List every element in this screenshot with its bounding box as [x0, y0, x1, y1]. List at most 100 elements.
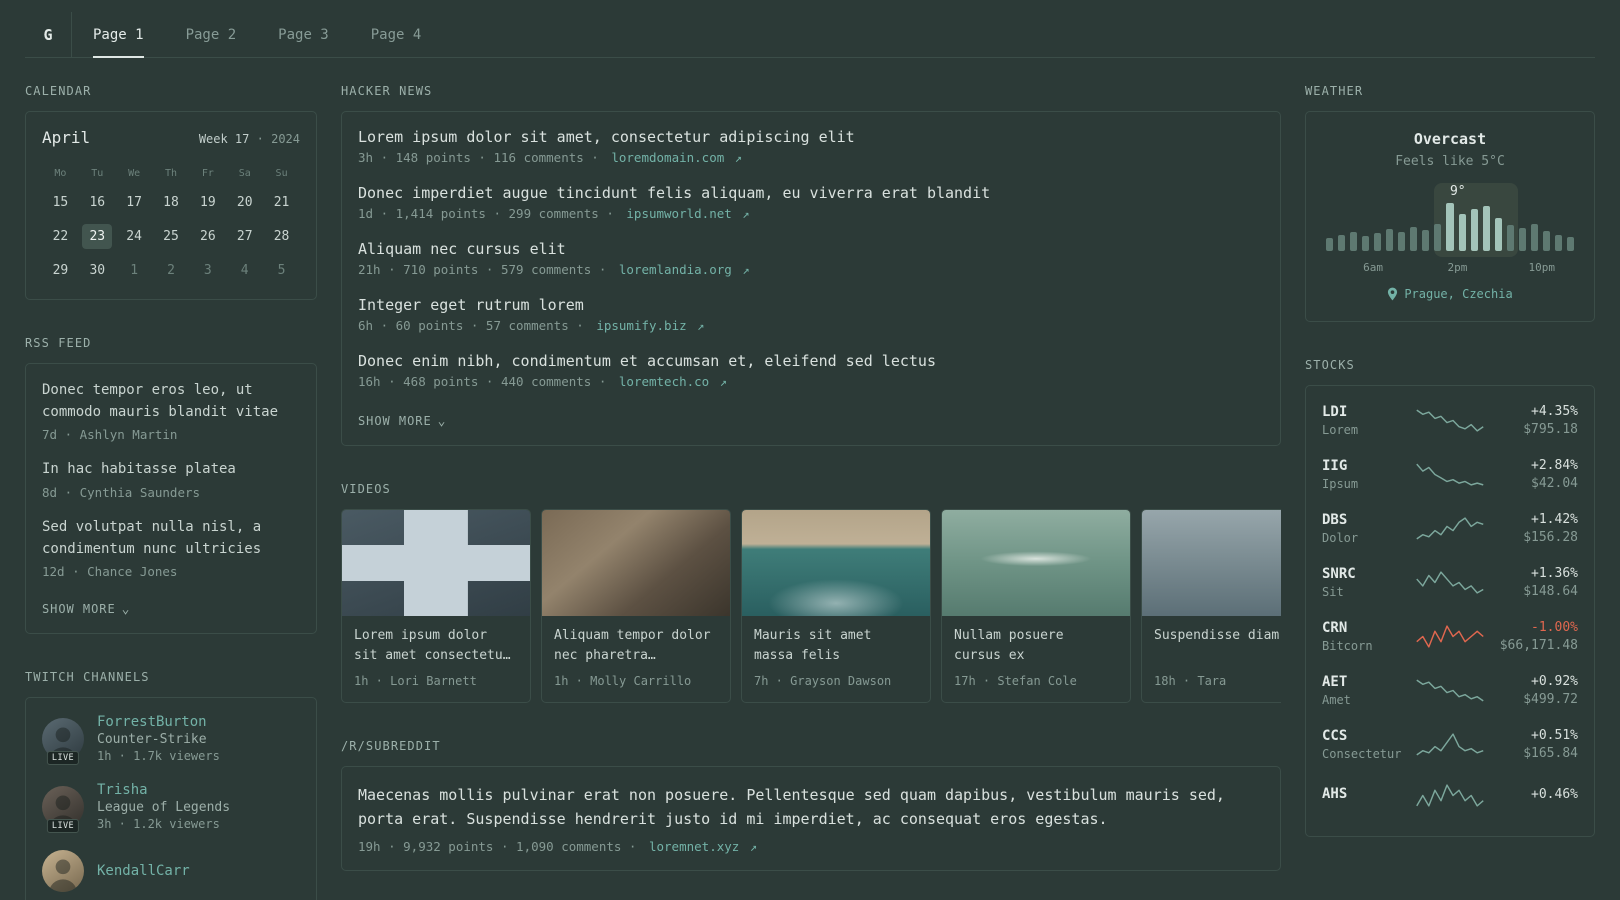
stock-row[interactable]: CCS Consectetur +0.51% $165.84: [1322, 728, 1578, 761]
hacker-news-show-more-button[interactable]: SHOW MORE ⌄: [358, 414, 446, 428]
hacker-news-item-title[interactable]: Lorem ipsum dolor sit amet, consectetur …: [358, 128, 1264, 146]
calendar-day-number: 1: [130, 263, 139, 278]
page-tab[interactable]: Page 2: [165, 12, 258, 57]
app-logo: G: [25, 12, 72, 57]
video-thumbnail[interactable]: [1142, 510, 1281, 616]
twitch-channel-name[interactable]: ForrestBurton: [97, 714, 220, 730]
stock-row[interactable]: AHS +0.46%: [1322, 782, 1578, 809]
video-card[interactable]: Suspendisse diam 18h · Tara: [1141, 509, 1281, 703]
calendar-day: 27: [226, 224, 263, 249]
calendar-year: 2024: [271, 132, 300, 146]
stock-row[interactable]: AET Amet +0.92% $499.72: [1322, 674, 1578, 707]
external-link-icon: ↗: [749, 840, 758, 854]
hacker-news-item-title[interactable]: Donec enim nibh, condimentum et accumsan…: [358, 352, 1264, 370]
hacker-news-item-title[interactable]: Integer eget rutrum lorem: [358, 296, 1264, 314]
stock-sparkline: [1416, 625, 1484, 648]
stock-change: +2.84%: [1531, 458, 1578, 473]
hacker-news-item-domain[interactable]: loremlandia.org: [619, 262, 732, 277]
calendar-day: 23: [79, 224, 116, 249]
calendar-panel: April Week 17 · 2024 Mo Tu We Th Fr Sa S…: [25, 111, 317, 300]
twitch-channel-info: KendallCarr: [97, 863, 190, 879]
rss-item: Donec tempor eros leo, ut commodo mauris…: [42, 380, 300, 442]
stock-ticker: SNRC: [1322, 566, 1356, 582]
calendar-day: 21: [263, 190, 300, 215]
stock-values: +2.84% $42.04: [1490, 458, 1578, 491]
video-card-body: Mauris sit amet massa felis 7h · Grayson…: [742, 616, 930, 702]
video-card[interactable]: Aliquam tempor dolor nec pharetra… 1h · …: [541, 509, 731, 703]
video-thumbnail[interactable]: [542, 510, 730, 616]
location-pin-icon: [1387, 287, 1398, 301]
twitch-avatar-wrap: LIVE: [42, 717, 84, 765]
subreddit-post-meta: 19h · 9,932 points · 1,090 comments · lo…: [358, 839, 1264, 854]
video-thumbnail[interactable]: [742, 510, 930, 616]
calendar-day: 22: [42, 224, 79, 249]
hacker-news-item-title[interactable]: Aliquam nec cursus elit: [358, 240, 1264, 258]
subreddit-post: Maecenas mollis pulvinar erat non posuer…: [358, 783, 1264, 854]
stock-row[interactable]: IIG Ipsum +2.84% $42.04: [1322, 458, 1578, 491]
hacker-news-list: Lorem ipsum dolor sit amet, consectetur …: [358, 128, 1264, 389]
stock-name: Sit: [1322, 585, 1344, 599]
weather-location[interactable]: Prague, Czechia: [1387, 287, 1513, 301]
hacker-news-item-domain[interactable]: loremtech.co: [619, 374, 709, 389]
stock-ticker: CRN: [1322, 620, 1348, 636]
show-more-label: SHOW MORE: [42, 602, 116, 617]
video-card[interactable]: Nullam posuere cursus ex 17h · Stefan Co…: [941, 509, 1131, 703]
video-title[interactable]: Nullam posuere cursus ex: [954, 626, 1118, 667]
calendar-day-number: 15: [52, 195, 69, 210]
stock-id: DBS Dolor: [1322, 512, 1410, 545]
chevron-down-icon: ⌄: [437, 413, 447, 429]
video-title[interactable]: Aliquam tempor dolor nec pharetra…: [554, 626, 718, 667]
hacker-news-item-meta: 21h · 710 points · 579 comments · loreml…: [358, 262, 1264, 277]
rss-item-title[interactable]: Donec tempor eros leo, ut commodo mauris…: [42, 380, 300, 423]
hacker-news-item: Lorem ipsum dolor sit amet, consectetur …: [358, 128, 1264, 165]
stock-change: +0.46%: [1531, 786, 1578, 802]
video-title[interactable]: Lorem ipsum dolor sit amet consectetu…: [354, 626, 518, 667]
stock-row[interactable]: LDI Lorem +4.35% $795.18: [1322, 404, 1578, 437]
page-tab[interactable]: Page 3: [257, 12, 350, 57]
stock-name: Bitcorn: [1322, 639, 1373, 653]
twitch-channel-name[interactable]: Trisha: [97, 782, 230, 798]
stock-name: Ipsum: [1322, 477, 1359, 491]
calendar-day: 17: [116, 190, 153, 215]
stock-row[interactable]: DBS Dolor +1.42% $156.28: [1322, 512, 1578, 545]
page-tab[interactable]: Page 1: [72, 12, 165, 58]
hacker-news-item-domain[interactable]: ipsumify.biz: [596, 318, 686, 333]
stocks-widget-title: STOCKS: [1305, 358, 1355, 372]
page-tab-label: Page 1: [93, 26, 144, 43]
video-card[interactable]: Lorem ipsum dolor sit amet consectetu… 1…: [341, 509, 531, 703]
subreddit-post-domain[interactable]: loremnet.xyz: [649, 839, 739, 854]
twitch-channel[interactable]: LIVE ForrestBurton Counter-Strike 1h · 1…: [42, 714, 300, 765]
video-thumbnail[interactable]: [942, 510, 1130, 616]
stock-row[interactable]: CRN Bitcorn -1.00% $66,171.48: [1322, 620, 1578, 653]
stock-ticker: CCS: [1322, 728, 1348, 744]
temp-bar: [1458, 213, 1466, 251]
calendar-day-number: 24: [126, 229, 142, 244]
stock-id: CCS Consectetur: [1322, 728, 1410, 761]
rss-item-title[interactable]: In hac habitasse platea: [42, 459, 300, 481]
twitch-channel[interactable]: LIVE Trisha League of Legends 3h · 1.2k …: [42, 782, 300, 833]
twitch-channel[interactable]: KendallCarr: [42, 850, 300, 893]
weather-location-label: Prague, Czechia: [1404, 287, 1513, 301]
twitch-channel-name[interactable]: KendallCarr: [97, 863, 190, 879]
video-thumbnail[interactable]: [342, 510, 530, 616]
hacker-news-item-stats: 3h · 148 points · 116 comments ·: [358, 150, 599, 165]
chevron-down-icon: ⌄: [121, 601, 131, 617]
stock-row[interactable]: SNRC Sit +1.36% $148.64: [1322, 566, 1578, 599]
stocks-panel: LDI Lorem +4.35% $795.18 IIG Ipsum +2.84…: [1305, 385, 1595, 837]
weather-condition: Overcast: [1413, 130, 1487, 148]
rss-item-title[interactable]: Sed volutpat nulla nisl, a condimentum n…: [42, 517, 300, 560]
video-card[interactable]: Mauris sit amet massa felis 7h · Grayson…: [741, 509, 931, 703]
video-title[interactable]: Suspendisse diam: [1154, 626, 1281, 667]
rss-show-more-button[interactable]: SHOW MORE ⌄: [42, 602, 130, 616]
calendar-day-number: 21: [273, 195, 290, 210]
twitch-channel-game: League of Legends: [97, 800, 231, 816]
stock-change: -1.00%: [1531, 620, 1578, 635]
page-tab[interactable]: Page 4: [350, 12, 443, 57]
hacker-news-item-domain[interactable]: loremdomain.com: [611, 150, 724, 165]
hacker-news-item-domain[interactable]: ipsumworld.net: [626, 206, 731, 221]
calendar-day: 24: [116, 224, 153, 249]
hacker-news-item-title[interactable]: Donec imperdiet augue tincidunt felis al…: [358, 184, 1264, 202]
subreddit-post-text[interactable]: Maecenas mollis pulvinar erat non posuer…: [358, 783, 1264, 831]
calendar-day-header: Fr: [201, 167, 214, 179]
video-title[interactable]: Mauris sit amet massa felis: [754, 626, 918, 667]
